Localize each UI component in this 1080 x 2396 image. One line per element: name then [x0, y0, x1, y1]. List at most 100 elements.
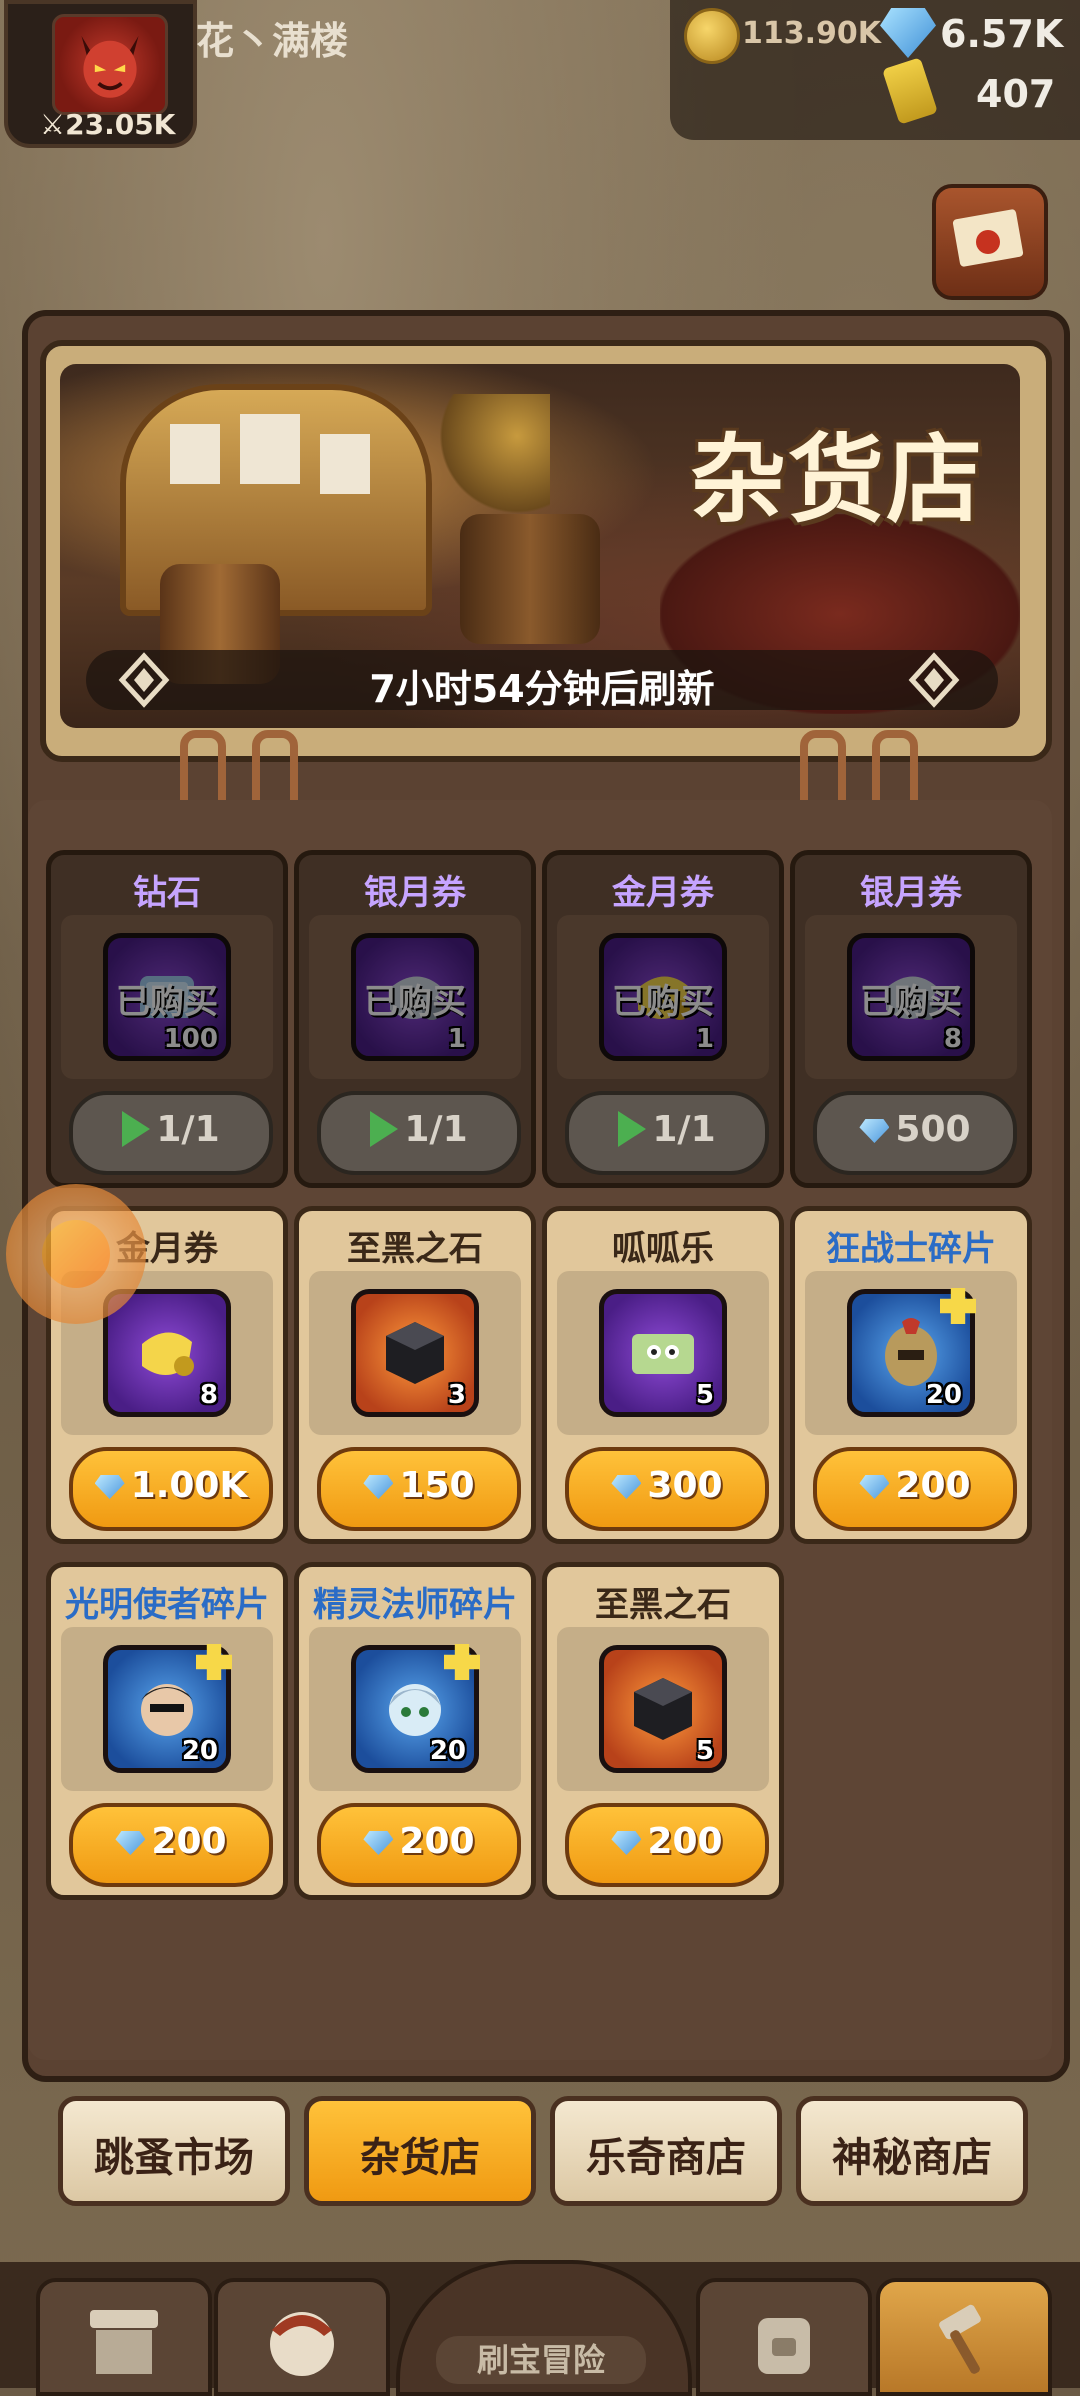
play-ad-icon — [122, 1111, 151, 1147]
profile-box[interactable]: ⚔23.05K — [4, 0, 197, 148]
mail-button[interactable] — [932, 184, 1048, 300]
item-name: 金月券 — [612, 873, 714, 913]
nav-forge[interactable] — [876, 2278, 1052, 2396]
gold-amount: 113.90K — [742, 16, 882, 51]
price-content: 200 — [569, 1821, 765, 1862]
tab-grocery[interactable]: 杂货店 — [304, 2096, 536, 2206]
ornament-right-icon — [908, 652, 960, 708]
gem-icon — [611, 1831, 642, 1855]
item-icon-frame[interactable]: 20 — [847, 1288, 976, 1417]
item-quantity: 1 — [695, 1024, 714, 1054]
buy-button[interactable]: 1.00K — [69, 1447, 273, 1531]
price-content: 150 — [321, 1465, 517, 1506]
item-icon-frame[interactable]: 5 — [599, 1289, 727, 1417]
shop-item-card[interactable]: 银月券 8 已购买 500 — [790, 850, 1032, 1188]
buy-button[interactable]: 200 — [69, 1803, 273, 1887]
black-cube-icon — [624, 1670, 702, 1748]
buy-button[interactable]: 1/1 — [317, 1091, 521, 1175]
buy-button[interactable]: 500 — [813, 1091, 1017, 1175]
item-icon-frame[interactable]: 5 — [599, 1645, 727, 1773]
watermark-logo — [6, 1184, 146, 1324]
price-label: 200 — [151, 1821, 227, 1862]
item-quantity: 100 — [163, 1024, 218, 1054]
item-icon-frame[interactable]: 8 — [103, 1289, 231, 1417]
nav-backpack[interactable] — [696, 2278, 872, 2396]
buy-button[interactable]: 300 — [565, 1447, 769, 1531]
item-quantity: 8 — [199, 1380, 218, 1410]
item-icon-frame[interactable]: 1 已购买 — [351, 933, 479, 1061]
price-content: 200 — [817, 1465, 1013, 1506]
price-label: 500 — [895, 1109, 971, 1150]
demon-avatar-icon — [81, 36, 139, 98]
shop-item-card[interactable]: 至黑之石 5 200 — [542, 1562, 784, 1900]
refresh-timer: 7小时54分钟后刷新 — [369, 667, 715, 711]
shop-title: 杂货店 — [690, 424, 984, 536]
gem-icon — [611, 1475, 642, 1499]
price-content: 1.00K — [73, 1465, 269, 1506]
item-name: 狂战士碎片 — [826, 1229, 996, 1269]
avatar[interactable] — [52, 14, 168, 115]
gold-coin-icon — [684, 8, 740, 64]
item-icon-frame[interactable]: 1 已购买 — [599, 933, 727, 1061]
play-ad-icon — [370, 1111, 399, 1147]
note-illustration — [170, 424, 220, 484]
gem-icon — [859, 1119, 890, 1143]
shop-item-card[interactable]: 银月券 1 已购买 1/1 — [294, 850, 536, 1188]
purchased-label: 已购买 — [612, 982, 714, 1022]
price-content: 300 — [569, 1465, 765, 1506]
tab-flea-market[interactable]: 跳蚤市场 — [58, 2096, 290, 2206]
power-value: ⚔23.05K — [40, 108, 176, 141]
gem-icon — [363, 1831, 394, 1855]
shop-item-card[interactable]: 呱呱乐 5 300 — [542, 1206, 784, 1544]
gold-scroll-icon — [128, 1314, 206, 1392]
gem-icon — [115, 1831, 146, 1855]
item-icon-frame[interactable]: 20 — [103, 1644, 232, 1773]
buy-button[interactable]: 1/1 — [69, 1091, 273, 1175]
item-icon-frame[interactable]: 3 — [351, 1289, 479, 1417]
shop-item-card[interactable]: 至黑之石 3 150 — [294, 1206, 536, 1544]
shop-item-card[interactable]: 精灵法师碎片 20 200 — [294, 1562, 536, 1900]
shop-stall-icon — [90, 2310, 158, 2374]
buy-button[interactable]: 200 — [565, 1803, 769, 1887]
item-icon-frame[interactable]: 100 已购买 — [103, 933, 231, 1061]
ornament-left-icon — [118, 652, 170, 708]
note-illustration — [240, 414, 300, 484]
price-label: 1/1 — [156, 1109, 220, 1150]
item-quantity: 20 — [181, 1736, 218, 1766]
nav-hero[interactable] — [214, 2278, 390, 2396]
gem-icon — [94, 1475, 125, 1499]
purchased-label: 已购买 — [364, 982, 466, 1022]
tab-leqi-shop[interactable]: 乐奇商店 — [550, 2096, 782, 2206]
item-name: 至黑之石 — [595, 1585, 731, 1625]
item-quantity: 5 — [695, 1736, 714, 1766]
buy-button[interactable]: 150 — [317, 1447, 521, 1531]
shop-item-card[interactable]: 钻石 100 已购买 1/1 — [46, 850, 288, 1188]
shop-item-card[interactable]: 光明使者碎片 20 200 — [46, 1562, 288, 1900]
price-content: 1/1 — [321, 1109, 517, 1150]
item-icon-frame[interactable]: 8 已购买 — [847, 933, 975, 1061]
player-name: 花丶满楼 — [196, 19, 349, 63]
tab-mystery-shop[interactable]: 神秘商店 — [796, 2096, 1028, 2206]
price-label: 1/1 — [652, 1109, 716, 1150]
shop-item-card[interactable]: 金月券 1 已购买 1/1 — [542, 850, 784, 1188]
item-quantity: 5 — [695, 1380, 714, 1410]
price-label: 200 — [895, 1465, 971, 1506]
price-content: 1/1 — [569, 1109, 765, 1150]
item-icon-frame[interactable]: 20 — [351, 1644, 480, 1773]
buy-button[interactable]: 200 — [813, 1447, 1017, 1531]
shop-item-card[interactable]: 狂战士碎片 20 200 — [790, 1206, 1032, 1544]
gem-icon — [363, 1475, 394, 1499]
item-name: 钻石 — [133, 873, 201, 913]
black-cube-icon — [376, 1314, 454, 1392]
buy-button[interactable]: 200 — [317, 1803, 521, 1887]
refresh-bar: 7小时54分钟后刷新 — [86, 650, 998, 711]
note-illustration — [320, 434, 370, 494]
play-ad-icon — [618, 1111, 647, 1147]
hammer-icon — [939, 2304, 981, 2374]
ticket-amount: 407 — [976, 72, 1056, 116]
price-label: 150 — [399, 1465, 475, 1506]
nav-shop[interactable] — [36, 2278, 212, 2396]
nav-center-label: 刷宝冒险 — [436, 2336, 646, 2384]
item-name: 银月券 — [364, 873, 466, 913]
buy-button[interactable]: 1/1 — [565, 1091, 769, 1175]
